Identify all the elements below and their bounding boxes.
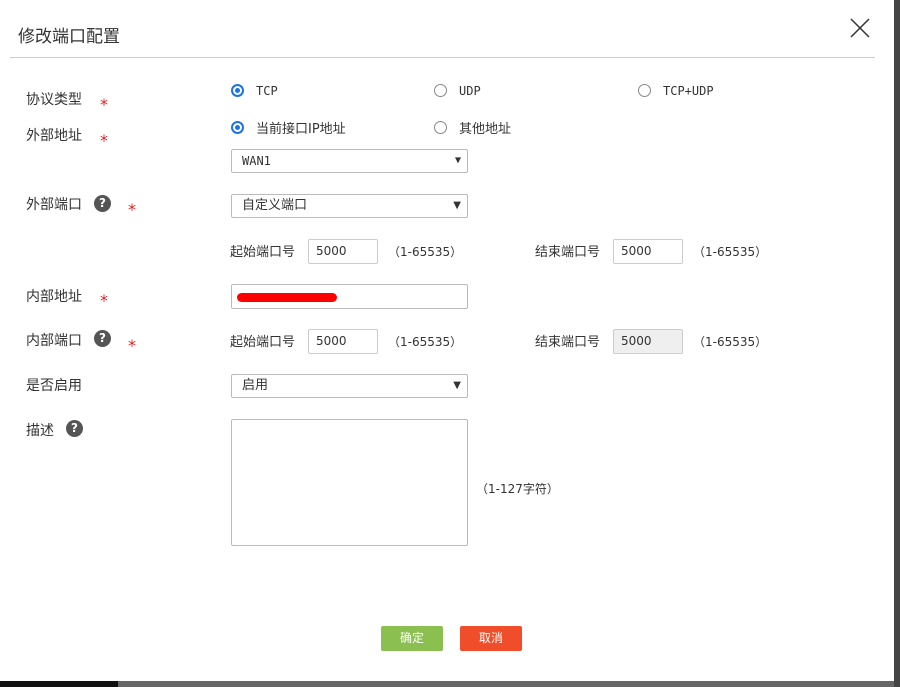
radio-unchecked-icon [638,84,651,97]
description-textarea[interactable] [231,419,468,546]
protocol-label: 协议类型 [26,92,82,108]
ext-end-port-label: 结束端口号 [535,245,601,260]
required-star: * [128,336,136,355]
help-icon[interactable]: ? [94,195,111,212]
required-star: * [100,95,108,114]
internal-port-label: 内部端口 [26,333,82,349]
external-address-label: 外部地址 [26,128,82,144]
enabled-label: 是否启用 [26,378,82,394]
redacted-mark [237,293,337,302]
external-port-mode-select[interactable]: 自定义端口 ▼ [231,194,468,218]
edit-port-dialog: 修改端口配置 协议类型 * TCP UDP TCP+UDP 外部地址 * 当前接… [0,0,894,681]
range-hint: （1-65535） [388,245,463,259]
int-start-port-input[interactable]: 5000 [308,329,378,354]
external-port-label: 外部端口 [26,197,82,213]
required-star: * [100,131,108,150]
range-hint: （1-65535） [388,335,463,349]
cancel-button[interactable]: 取消 [460,626,522,651]
description-label: 描述 [26,423,54,439]
int-start-port-label: 起始端口号 [230,335,296,350]
radio-checked-icon [231,121,244,134]
required-star: * [128,200,136,219]
ext-start-port-input[interactable]: 5000 [308,239,378,264]
range-hint: （1-65535） [693,245,768,259]
confirm-button[interactable]: 确定 [381,626,443,651]
radio-unchecked-icon [434,121,447,134]
divider [10,57,875,58]
taskbar-edge [0,680,118,687]
int-end-port-label: 结束端口号 [535,335,601,350]
close-icon[interactable] [848,16,872,40]
radio-unchecked-icon [434,84,447,97]
interface-select[interactable]: WAN1 ▼ [231,149,468,173]
ext-start-port-label: 起始端口号 [230,245,296,260]
description-hint: （1-127字符） [476,482,559,496]
dialog-title: 修改端口配置 [18,27,120,47]
chevron-down-icon: ▼ [453,380,461,391]
radio-current-ip[interactable]: 当前接口IP地址 [231,118,346,137]
radio-tcp[interactable]: TCP [231,83,278,98]
help-icon[interactable]: ? [94,330,111,347]
internal-address-label: 内部地址 [26,289,82,305]
range-hint: （1-65535） [693,335,768,349]
radio-udp[interactable]: UDP [434,83,481,98]
chevron-down-icon: ▼ [454,155,461,166]
ext-end-port-input[interactable]: 5000 [613,239,683,264]
required-star: * [100,291,108,310]
background-edge [894,0,900,687]
help-icon[interactable]: ? [66,420,83,437]
chevron-down-icon: ▼ [453,200,461,211]
radio-checked-icon [231,84,244,97]
int-end-port-input: 5000 [613,329,683,354]
radio-tcp-udp[interactable]: TCP+UDP [638,83,714,98]
enabled-select[interactable]: 启用 ▼ [231,374,468,398]
radio-other-address[interactable]: 其他地址 [434,118,511,137]
internal-address-input[interactable] [231,284,468,309]
